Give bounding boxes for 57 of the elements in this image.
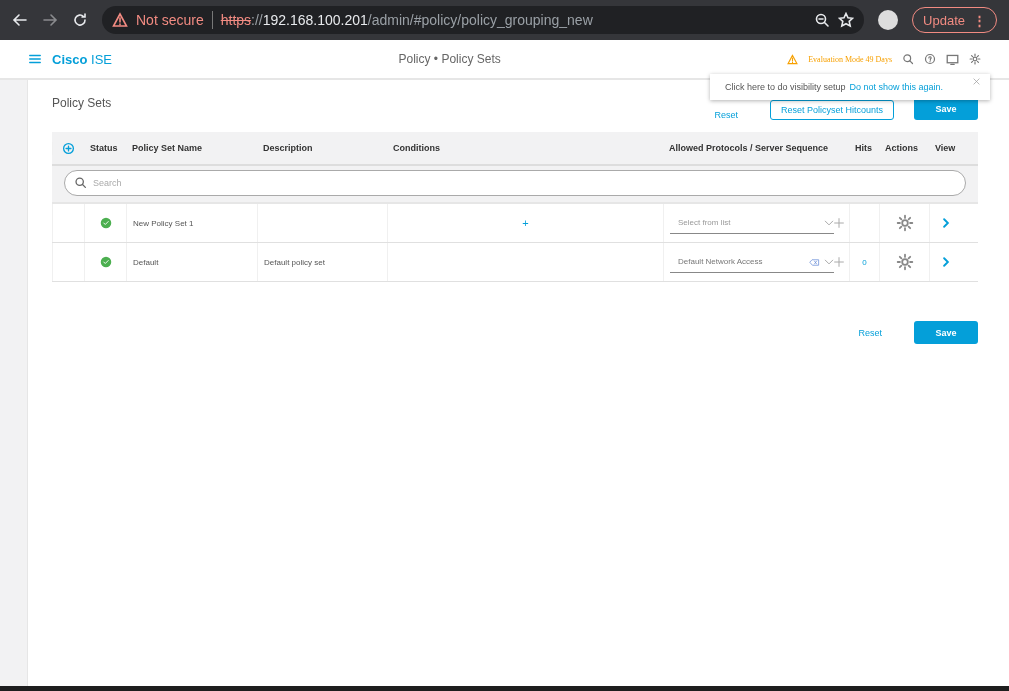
brand-logo[interactable]: Cisco ISE [52,51,112,67]
settings-icon[interactable] [895,253,914,271]
back-arrow-icon[interactable] [12,12,28,28]
reset-button[interactable]: Reset [702,110,750,120]
section-title: Policy Sets [52,96,113,110]
page-breadcrumb: Policy • Policy Sets [397,52,502,66]
column-header: View [934,143,957,153]
protocol-select[interactable]: Select from list [670,212,834,234]
search-icon [74,176,87,189]
table-cell: Default policy set [264,257,325,267]
add-condition-button[interactable]: + [522,217,529,229]
chevron-right-icon[interactable] [940,218,951,228]
close-icon [973,78,980,85]
chevron-down-icon [824,217,834,228]
reset-button[interactable]: Reset [846,327,894,338]
column-header: Description [262,143,314,153]
profile-avatar[interactable] [878,10,899,30]
column-header: Status [89,143,119,153]
search-icon[interactable] [902,53,914,65]
table-cell: New Policy Set 1 [133,218,194,228]
zoom-icon [814,12,831,28]
column-header: Policy Set Name [131,143,204,153]
clear-icon [809,256,820,268]
chevron-right-icon[interactable] [940,257,951,267]
table-cell: Default [133,257,159,267]
forward-arrow-icon[interactable] [42,12,58,28]
add-icon[interactable] [834,218,844,228]
add-icon[interactable] [834,257,844,267]
column-header: Conditions [392,143,441,153]
protocol-select[interactable]: Default Network Access [670,251,834,273]
menu-icon[interactable] [28,52,42,66]
column-header: Hits [854,143,873,153]
hits-count: 0 [862,257,867,267]
save-button[interactable]: Save [914,321,978,344]
warning-icon [787,53,799,65]
chevron-down-icon [824,257,834,267]
evaluation-notice[interactable]: Evaluation Mode 49 Days [808,54,892,64]
reset-hitcounts-button[interactable]: Reset Policyset Hitcounts [769,100,894,120]
settings-icon[interactable] [969,53,981,65]
status-check-icon [99,256,112,268]
search-field[interactable]: Search [64,170,966,196]
column-header: Allowed Protocols / Server Sequence [668,143,830,153]
status-check-icon [99,217,112,229]
help-icon[interactable] [924,53,936,65]
star-icon [838,12,855,28]
url-text: https://192.168.100.201/admin/#policy/policy_grouping_new [220,12,593,28]
close-button[interactable] [973,78,980,85]
popover-text: Click here to do visibility setup [725,82,846,92]
settings-icon[interactable] [895,214,914,232]
security-warning[interactable]: Not secure [136,12,204,28]
address-bar[interactable]: Not secure https://192.168.100.201/admin/#policy/policy_grouping_new [102,6,865,34]
column-header: Actions [884,143,919,153]
warning-icon [112,12,128,28]
monitor-icon[interactable] [946,52,959,66]
reload-icon[interactable] [72,12,88,28]
add-icon[interactable] [62,141,75,155]
dismiss-link[interactable]: Do not show this again. [849,82,969,92]
